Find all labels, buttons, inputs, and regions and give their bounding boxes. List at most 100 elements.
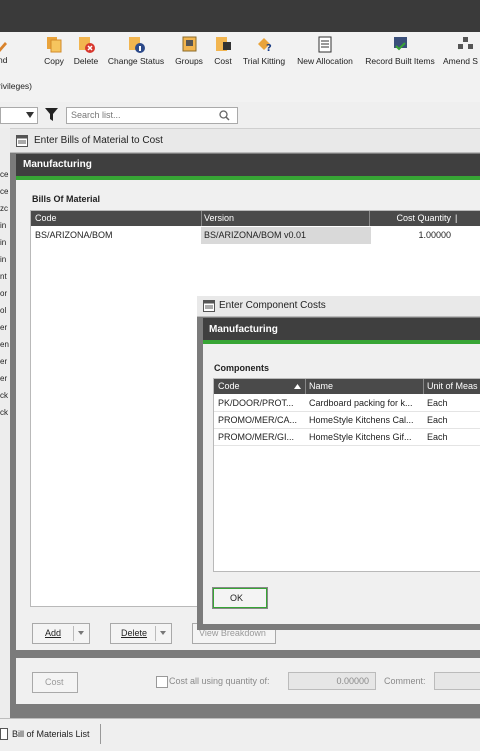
cost-button[interactable]: Cost	[211, 36, 235, 66]
column-cost-quantity[interactable]: Cost Quantity	[391, 211, 451, 226]
chevron-down-icon[interactable]	[160, 631, 166, 635]
bom-cost-window-title: Enter Bills of Material to Cost	[34, 135, 163, 146]
split-divider	[155, 626, 156, 641]
list-icon	[0, 728, 8, 740]
copy-icon	[46, 36, 63, 53]
ribbon-cut-item[interactable]: nd rivileges)	[0, 38, 32, 91]
delete-button[interactable]: Delete	[72, 36, 100, 66]
search-icon[interactable]	[219, 110, 230, 121]
row-code: BS/ARIZONA/BOM	[35, 230, 113, 240]
list-item[interactable]: ck	[0, 404, 10, 421]
list-item[interactable]: zc	[0, 200, 10, 217]
groups-button[interactable]: Groups	[173, 36, 205, 66]
row-code: PROMO/MER/CA...	[218, 415, 298, 425]
column-divider	[305, 379, 306, 394]
bom-grid-header: Code Version Cost Quantity |	[31, 211, 480, 226]
components-grid-header: Code Name Unit of Meas	[214, 379, 480, 394]
tab-label: Bill of Materials List	[12, 729, 90, 739]
amend-label: Amend S	[443, 56, 478, 66]
record-built-items-button[interactable]: Record Built Items	[361, 36, 439, 66]
list-item[interactable]: ol	[0, 302, 10, 319]
cost-all-checkbox[interactable]	[156, 676, 168, 688]
ribbon-cut-label-2: rivileges)	[0, 81, 33, 91]
column-divider	[369, 211, 370, 226]
row-version: BS/ARIZONA/BOM v0.01	[204, 230, 307, 240]
new-allocation-label: New Allocation	[297, 56, 353, 66]
quantity-value: 0.00000	[336, 676, 369, 686]
column-unit-of-measure[interactable]: Unit of Meas	[427, 379, 478, 394]
row-code: PROMO/MER/GI...	[218, 432, 295, 442]
row-code: PK/DOOR/PROT...	[218, 398, 294, 408]
add-button[interactable]: Add	[32, 623, 90, 644]
ok-button[interactable]: OK	[212, 587, 268, 609]
row-name: HomeStyle Kitchens Gif...	[309, 432, 412, 442]
list-item[interactable]: ce	[0, 183, 10, 200]
amend-button[interactable]: Amend S	[443, 36, 480, 66]
ribbon-toolbar: nd rivileges) Copy Delete Change Status …	[0, 32, 480, 103]
delete-row-button[interactable]: Delete	[110, 623, 172, 644]
change-status-button[interactable]: Change Status	[105, 36, 167, 66]
column-code[interactable]: Code	[35, 211, 57, 226]
comment-field[interactable]	[434, 672, 480, 690]
row-cost-quantity: 1.00000	[418, 230, 451, 240]
column-code[interactable]: Code	[218, 379, 240, 394]
trial-kitting-label: Trial Kitting	[242, 56, 286, 66]
row-name: HomeStyle Kitchens Cal...	[309, 415, 414, 425]
component-costs-titlebar: Enter Component Costs	[197, 296, 480, 317]
list-item[interactable]: in	[0, 217, 10, 234]
row-unit: Each	[427, 432, 448, 442]
component-costs-window: Enter Component Costs Manufacturing Comp…	[197, 296, 480, 630]
section-title: Bills Of Material	[32, 194, 101, 204]
bom-cost-window-titlebar: Enter Bills of Material to Cost	[10, 130, 480, 153]
table-row[interactable]: BS/ARIZONA/BOM BS/ARIZONA/BOM v0.01 1.00…	[31, 227, 480, 244]
quantity-field[interactable]: 0.00000	[288, 672, 376, 690]
open-tab-bom-list[interactable]: Bill of Materials List	[0, 724, 101, 744]
ribbon-cut-label-1: nd	[0, 55, 8, 65]
table-row[interactable]: PROMO/MER/CA... HomeStyle Kitchens Cal..…	[214, 412, 480, 429]
list-item[interactable]: in	[0, 251, 10, 268]
window-icon	[203, 300, 215, 312]
trial-kitting-button[interactable]: ? Trial Kitting	[240, 36, 288, 66]
manufacturing-title: Manufacturing	[23, 159, 92, 170]
search-placeholder: Search list...	[71, 110, 121, 120]
search-input[interactable]: Search list...	[66, 107, 238, 124]
list-item[interactable]: ce	[0, 166, 10, 183]
window-icon	[16, 135, 28, 147]
cost-footer: Cost Cost all using quantity of: 0.00000…	[16, 658, 480, 704]
table-row[interactable]: PK/DOOR/PROT... Cardboard packing for k.…	[214, 395, 480, 412]
delete-icon	[78, 36, 95, 53]
status-bar: Bill of Materials List	[0, 718, 480, 751]
record-built-items-icon	[392, 36, 409, 53]
row-name: Cardboard packing for k...	[309, 398, 413, 408]
table-row[interactable]: PROMO/MER/GI... HomeStyle Kitchens Gif..…	[214, 429, 480, 446]
cost-button-label: Cost	[45, 677, 64, 687]
change-status-icon	[128, 36, 145, 53]
list-item[interactable]: er	[0, 353, 10, 370]
copy-label: Copy	[44, 56, 64, 66]
column-divider	[201, 211, 202, 226]
column-version[interactable]: Version	[204, 211, 234, 226]
new-allocation-button[interactable]: New Allocation	[293, 36, 357, 66]
chevron-down-icon	[26, 112, 34, 118]
chevron-down-icon[interactable]	[78, 631, 84, 635]
cost-button[interactable]: Cost	[32, 672, 78, 693]
new-allocation-icon	[317, 36, 334, 53]
list-item[interactable]: ck	[0, 387, 10, 404]
funnel-icon[interactable]	[45, 108, 58, 121]
copy-button[interactable]: Copy	[42, 36, 66, 66]
list-view-dropdown[interactable]	[0, 107, 38, 124]
split-divider	[73, 626, 74, 641]
list-item[interactable]: er	[0, 370, 10, 387]
list-item[interactable]: or	[0, 285, 10, 302]
search-bar: Search list...	[0, 102, 480, 129]
list-item[interactable]: er	[0, 319, 10, 336]
column-name[interactable]: Name	[309, 379, 333, 394]
list-item[interactable]: in	[0, 234, 10, 251]
manufacturing-header: Manufacturing	[203, 318, 480, 340]
trial-kitting-icon: ?	[256, 36, 273, 54]
groups-icon	[181, 36, 198, 53]
comment-label: Comment:	[384, 676, 426, 686]
list-item[interactable]: nt	[0, 268, 10, 285]
list-item[interactable]: en	[0, 336, 10, 353]
delete-row-label: Delete	[121, 628, 148, 638]
